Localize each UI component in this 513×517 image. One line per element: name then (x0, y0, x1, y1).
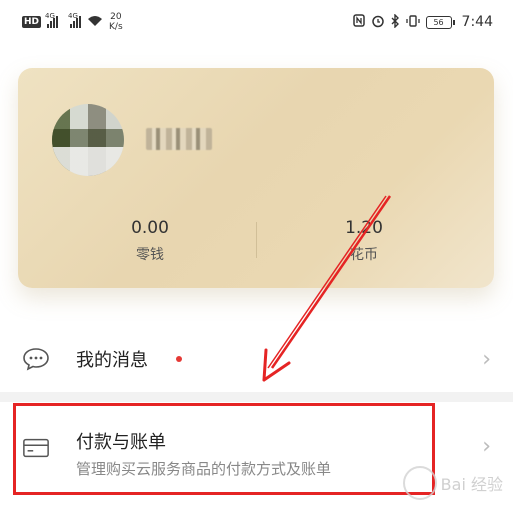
status-right: 56 7:44 (352, 12, 493, 31)
status-left: HD 4G 4G 20 K/s (22, 12, 123, 32)
watermark: Bai 经验 (383, 458, 503, 508)
annotation-highlight-box (13, 403, 435, 495)
signal-tag: 4G (68, 12, 78, 20)
bluetooth-icon (391, 12, 400, 31)
balance-label: 零钱 (136, 247, 164, 263)
coins-stat[interactable]: 1.20 花币 (332, 218, 396, 264)
card-divider (256, 222, 257, 258)
signal-icon: 4G (45, 12, 59, 28)
unread-dot (176, 356, 182, 362)
menu-item-messages[interactable]: 我的消息 › (0, 330, 513, 388)
coins-label: 花币 (350, 247, 378, 263)
wifi-icon (87, 15, 103, 30)
nfc-icon (352, 14, 365, 30)
net-speed-unit: K/s (109, 22, 123, 32)
balance-stat[interactable]: 0.00 零钱 (118, 218, 182, 264)
avatar[interactable] (52, 104, 124, 176)
watermark-text: Bai 经验 (440, 475, 503, 494)
section-divider (0, 392, 513, 402)
chevron-right-icon: › (482, 434, 491, 459)
message-bubble-icon (22, 347, 50, 371)
alarm-icon (371, 14, 385, 31)
net-speed-value: 20 (110, 12, 122, 22)
battery-icon: 56 (425, 15, 455, 29)
signal-icon: 4G (68, 12, 82, 28)
paw-icon (402, 466, 437, 500)
vibrate-icon (405, 14, 420, 31)
net-speed: 20 K/s (109, 12, 123, 32)
status-bar: HD 4G 4G 20 K/s 56 7:44 (0, 0, 513, 44)
coins-value: 1.20 (345, 218, 383, 238)
signal-tag: 4G (45, 12, 55, 20)
hd-badge: HD (22, 16, 42, 28)
clock: 7:44 (461, 14, 493, 30)
messages-label: 我的消息 (76, 350, 148, 371)
balance-value: 0.00 (131, 218, 169, 238)
username-obscured (146, 128, 212, 150)
chevron-right-icon: › (482, 346, 491, 372)
